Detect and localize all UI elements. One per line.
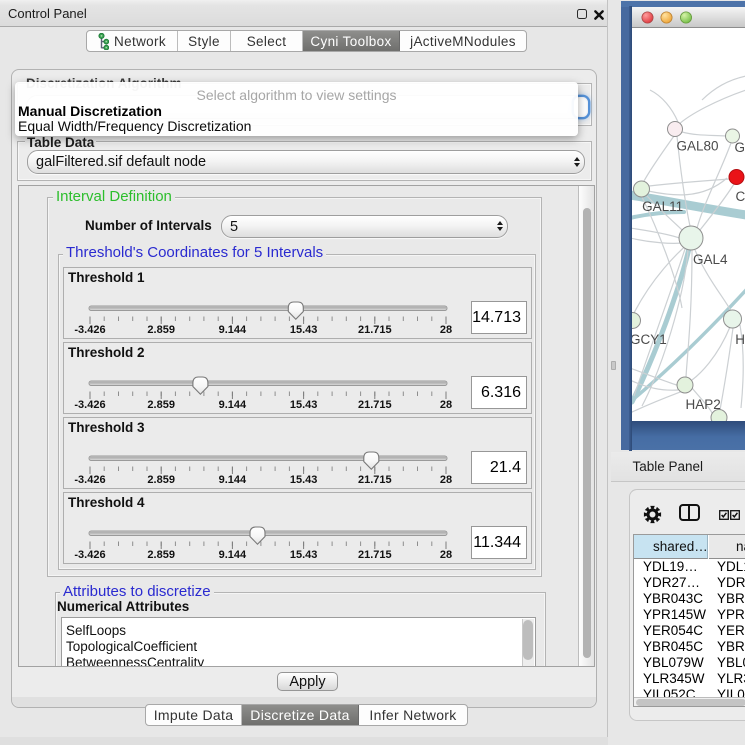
svg-text:-3.426: -3.426	[74, 549, 105, 561]
svg-text:GAL80: GAL80	[677, 139, 719, 154]
svg-text:GCY1: GCY1	[632, 332, 667, 347]
svg-text:HAP2: HAP2	[686, 397, 721, 412]
svg-text:H: H	[735, 332, 745, 347]
svg-text:15.43: 15.43	[290, 324, 318, 336]
svg-text:21.715: 21.715	[358, 474, 392, 486]
svg-text:-3.426: -3.426	[74, 474, 105, 486]
svg-text:CY: CY	[736, 189, 745, 204]
svg-text:GAL11: GAL11	[642, 199, 683, 214]
svg-text:28: 28	[440, 549, 452, 561]
svg-text:28: 28	[440, 474, 452, 486]
svg-text:9.144: 9.144	[219, 324, 247, 336]
svg-text:9.144: 9.144	[219, 549, 247, 561]
svg-text:15.43: 15.43	[290, 399, 318, 411]
svg-text:15.43: 15.43	[290, 474, 318, 486]
svg-text:-3.426: -3.426	[74, 324, 105, 336]
svg-text:21.715: 21.715	[358, 399, 392, 411]
svg-text:21.715: 21.715	[358, 549, 392, 561]
svg-text:2.859: 2.859	[147, 474, 175, 486]
svg-text:9.144: 9.144	[219, 399, 247, 411]
svg-text:15.43: 15.43	[290, 549, 318, 561]
svg-text:21.715: 21.715	[358, 324, 392, 336]
svg-text:2.859: 2.859	[147, 549, 175, 561]
svg-text:-3.426: -3.426	[74, 399, 105, 411]
svg-text:GAL4: GAL4	[693, 252, 728, 267]
svg-text:28: 28	[440, 324, 452, 336]
svg-text:GA: GA	[735, 140, 745, 155]
svg-text:28: 28	[440, 399, 452, 411]
svg-text:9.144: 9.144	[219, 474, 247, 486]
svg-text:2.859: 2.859	[147, 324, 175, 336]
svg-text:2.859: 2.859	[147, 399, 175, 411]
